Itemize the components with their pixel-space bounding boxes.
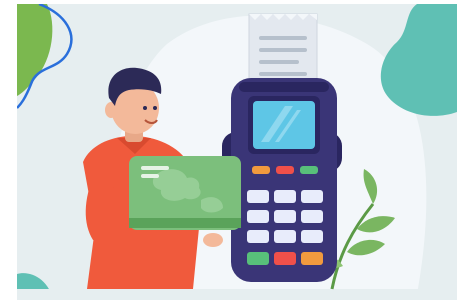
payment-illustration [17,4,457,300]
key-orange-top [252,166,270,174]
receipt-icon [248,13,318,89]
illustration-frame [0,0,457,300]
floor [17,289,457,300]
key-green-bottom [247,252,269,265]
credit-card-icon [129,156,241,230]
keypad [247,190,323,243]
key-green-top [300,166,318,174]
key-red-bottom [274,252,296,265]
key-red-top [276,166,294,174]
key-orange-bottom [301,252,323,265]
